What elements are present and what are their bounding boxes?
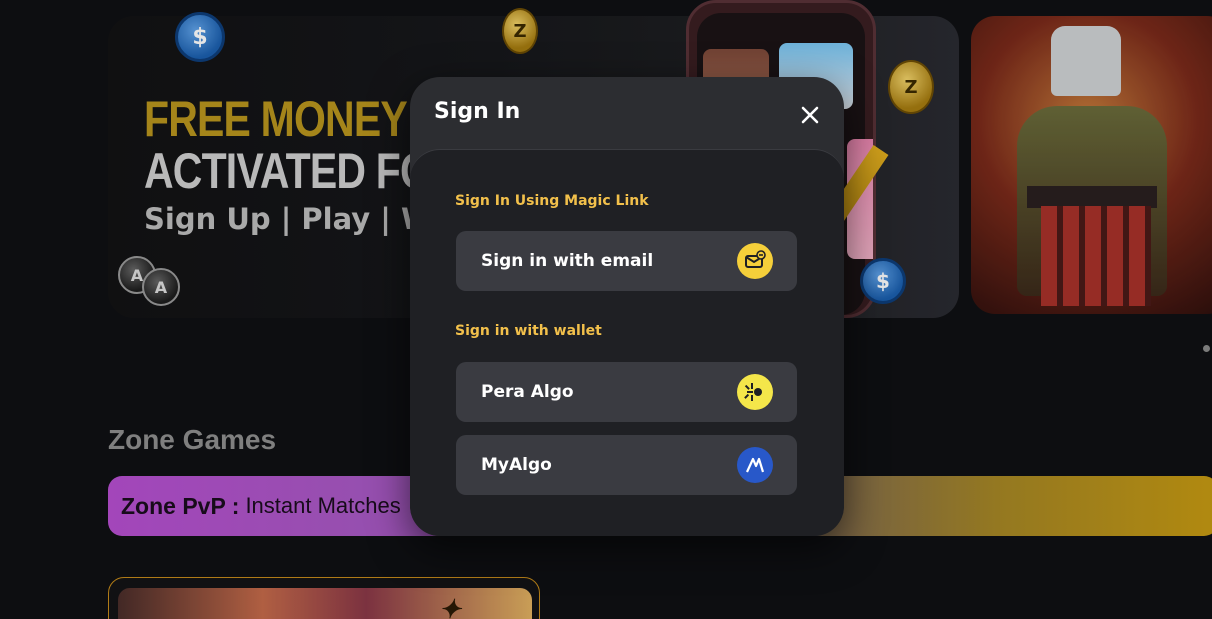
pera-algo-button[interactable]: Pera Algo — [456, 362, 797, 422]
sign-in-email-button[interactable]: Sign in with email — [456, 231, 797, 291]
page: FREE MONEY GAM ACTIVATED FOR N Sign Up |… — [0, 0, 1212, 619]
close-button[interactable] — [796, 101, 824, 129]
wallet-heading: Sign in with wallet — [455, 323, 602, 339]
pera-wallet-icon — [737, 374, 773, 410]
close-icon — [801, 106, 819, 124]
sign-in-options-panel: Sign In Using Magic Link Sign in with em… — [410, 149, 844, 536]
option-label: Pera Algo — [481, 382, 574, 402]
email-link-icon — [737, 243, 773, 279]
sign-in-modal: Sign In Sign In Using Magic Link Sign in… — [410, 77, 844, 536]
option-label: MyAlgo — [481, 455, 552, 475]
myalgo-icon — [737, 447, 773, 483]
myalgo-button[interactable]: MyAlgo — [456, 435, 797, 495]
option-label: Sign in with email — [481, 251, 654, 271]
magic-link-heading: Sign In Using Magic Link — [455, 193, 649, 209]
modal-title: Sign In — [434, 99, 521, 124]
